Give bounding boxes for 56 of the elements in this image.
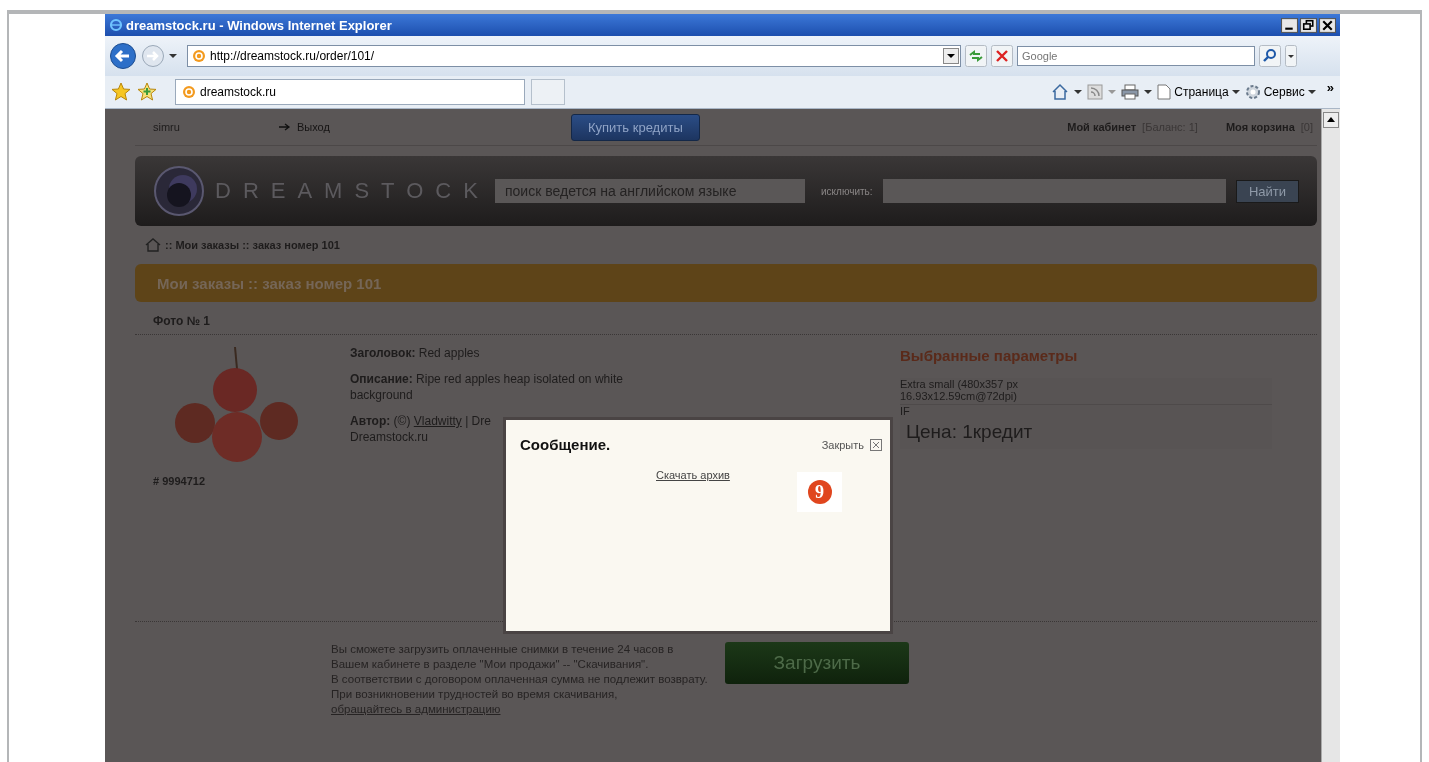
more-commands[interactable]: » [1326,79,1334,95]
address-field[interactable]: http://dreamstock.ru/order/101/ [187,45,961,67]
exclude-label: исключить: [821,185,873,197]
star-icon[interactable] [111,82,131,102]
params-heading: Выбранные параметры [900,347,1079,364]
search-icon[interactable] [1259,45,1281,67]
callout-badge: 9 [797,472,842,512]
photo-heading: Фото № 1 [135,302,1317,335]
find-button[interactable]: Найти [1235,179,1299,203]
dropdown-arrow-icon[interactable] [1074,88,1083,96]
browser-tab[interactable]: dreamstock.ru [175,79,525,105]
exclude-field[interactable] [882,179,1226,203]
dropdown-arrow-icon[interactable] [1144,88,1153,96]
site-icon [182,85,196,99]
url-text: http://dreamstock.ru/order/101/ [210,49,376,63]
site-icon [192,49,206,63]
stop-icon[interactable] [991,45,1013,67]
close-link[interactable]: Закрыть [821,438,864,451]
detail-text: Заголовок: Red apples [350,345,481,361]
browser-logo-icon [109,18,123,32]
gear-icon[interactable] [1244,84,1261,100]
dropdown-arrow-icon[interactable] [1231,88,1240,96]
scroll-up-icon[interactable] [1323,112,1339,128]
cart-link[interactable]: Моя корзина [1225,121,1295,133]
dropdown-arrow-icon[interactable] [1307,88,1316,96]
author-link[interactable]: Vladwitty [413,414,462,428]
price-text: Цена: 1кредит [905,420,1034,444]
username: simru [153,121,181,133]
add-star-icon[interactable] [137,82,157,102]
breadcrumb[interactable]: :: Мои заказы :: заказ номер 101 [165,239,340,251]
download-archive-link[interactable]: Скачать архив [656,469,730,481]
back-icon[interactable] [109,42,137,70]
detail-text: Описание: Ripe red apples heap isolated on white background [350,371,624,403]
dialog-title: Сообщение. [520,436,612,453]
download-button[interactable]: Загрузить [725,642,909,684]
format-text: IF [900,404,1272,417]
home-icon[interactable] [1051,83,1070,101]
command-menu[interactable]: Сервис [1244,84,1316,100]
dropdown-arrow-icon[interactable] [169,52,177,60]
printer-icon[interactable] [1121,84,1140,100]
page-banner: Мои заказы :: заказ номер 101 [135,264,1317,302]
photo-number: # 9994712 [153,475,205,487]
command-menu[interactable]: Страница [1157,84,1240,100]
refresh-icon[interactable] [965,45,987,67]
logout-link[interactable]: Выход [297,121,565,133]
dimensions-text: 16.93x12.59cm@72dpi) [900,390,1018,402]
window-title: dreamstock.ru - Windows Internet Explorer [126,17,393,33]
buy-credits-button[interactable]: Купить кредиты [571,113,700,141]
restore-icon[interactable] [1300,17,1317,33]
logo-icon [153,165,205,217]
close-icon[interactable] [1319,17,1336,33]
search-field[interactable]: Google [1017,46,1255,66]
minimize-icon[interactable] [1281,17,1298,33]
scrollbar[interactable] [1321,109,1340,762]
cabinet-link[interactable]: Мой кабинет [1067,121,1137,133]
arrow-icon [279,123,291,131]
